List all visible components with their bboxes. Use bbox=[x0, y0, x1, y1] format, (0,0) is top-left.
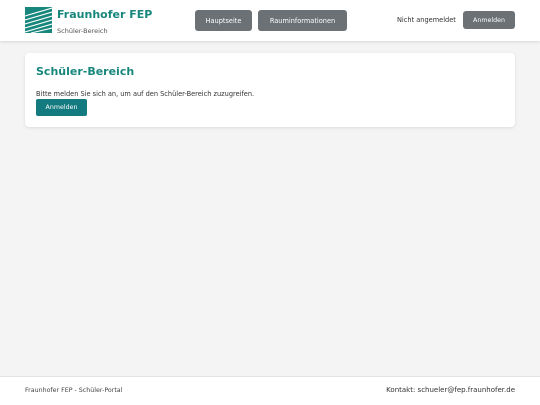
brand-title: Fraunhofer FEP bbox=[57, 8, 153, 21]
nav-home-button[interactable]: Hauptseite bbox=[195, 10, 252, 31]
footer-portal-name: Fraunhofer FEP - Schüler-Portal bbox=[25, 387, 123, 394]
brand-subtitle: Schüler-Bereich bbox=[57, 27, 108, 35]
student-area-card: Schüler-Bereich Bitte melden Sie sich an… bbox=[25, 53, 515, 127]
footer: Fraunhofer FEP - Schüler-Portal Kontakt:… bbox=[0, 376, 540, 405]
top-header: Fraunhofer FEP Schüler-Bereich Hauptseit… bbox=[0, 0, 540, 41]
page-title: Schüler-Bereich bbox=[36, 65, 135, 78]
header-login-button[interactable]: Anmelden bbox=[463, 11, 515, 29]
login-status: Nicht angemeldet bbox=[397, 16, 456, 24]
login-button[interactable]: Anmelden bbox=[36, 99, 87, 116]
footer-contact[interactable]: Kontakt: schueler@fep.fraunhofer.de bbox=[386, 386, 515, 394]
login-prompt-text: Bitte melden Sie sich an, um auf den Sch… bbox=[36, 90, 255, 98]
fraunhofer-logo-icon bbox=[25, 7, 52, 33]
nav-room-info-button[interactable]: Rauminformationen bbox=[258, 10, 347, 31]
brand[interactable]: Fraunhofer FEP Schüler-Bereich bbox=[25, 7, 152, 35]
